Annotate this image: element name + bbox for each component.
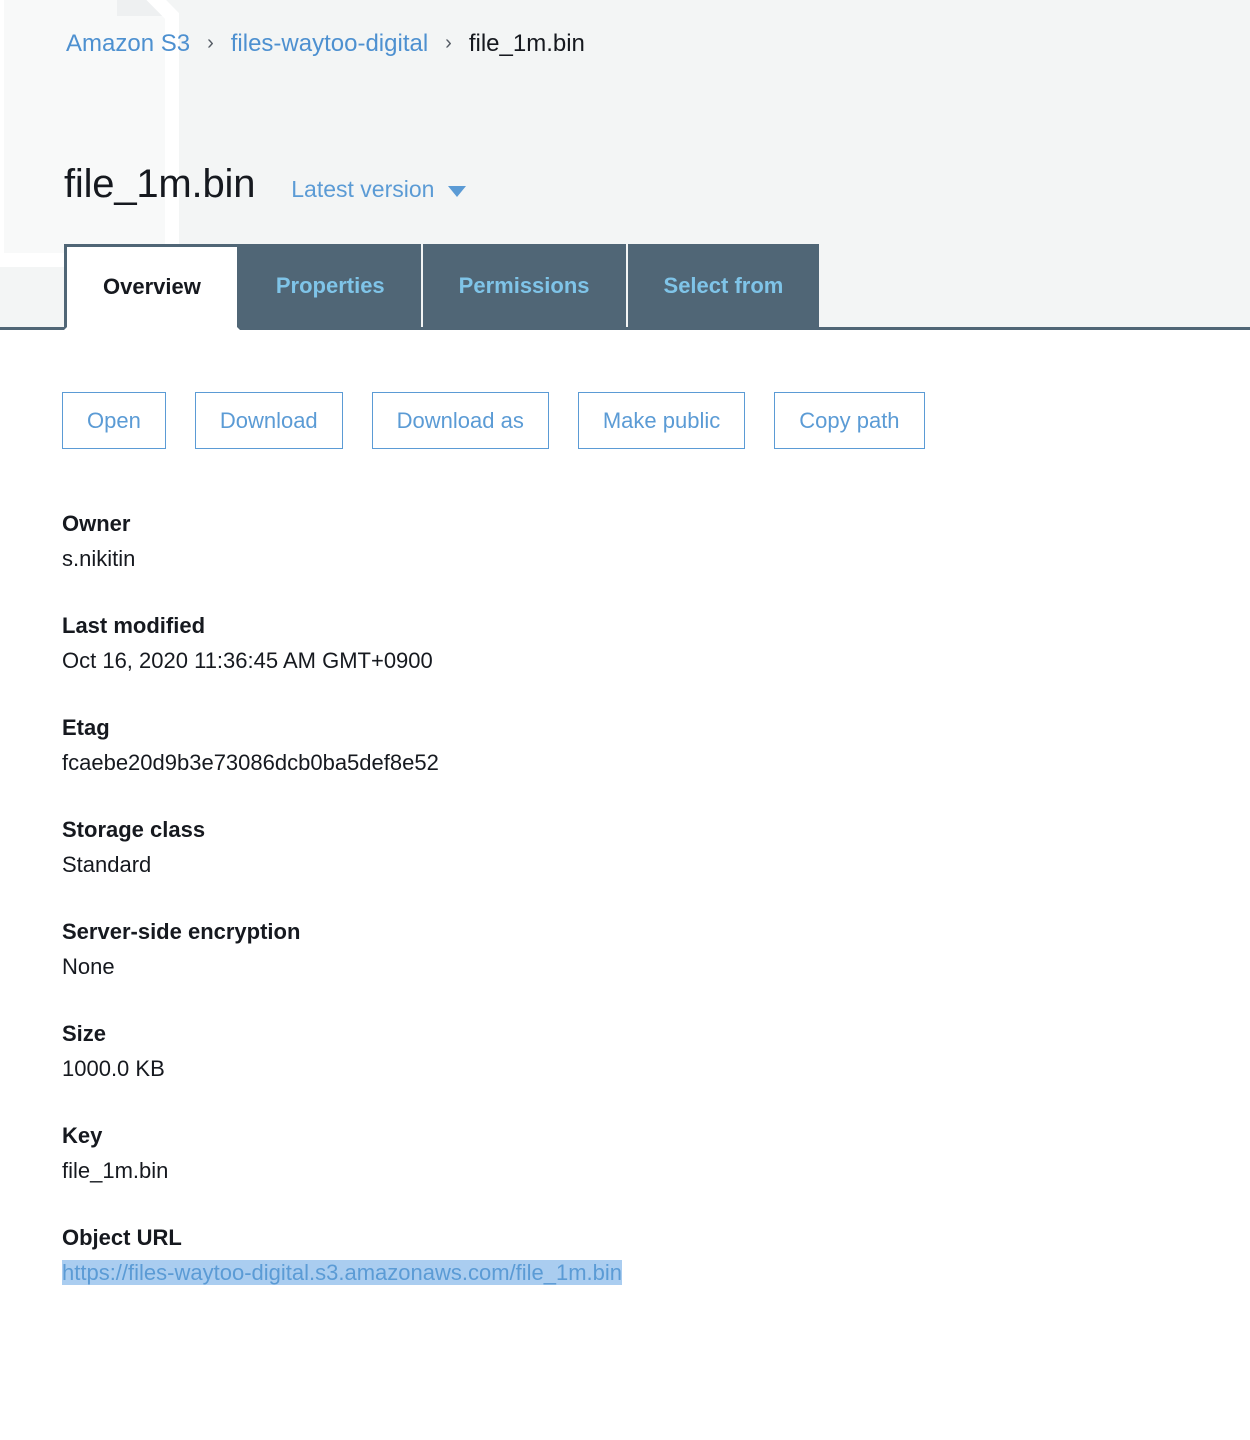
breadcrumb: Amazon S3 › files-waytoo-digital › file_… — [66, 28, 585, 60]
object-url-link[interactable]: https://files-waytoo-digital.s3.amazonaw… — [62, 1260, 623, 1285]
action-button-row: Open Download Download as Make public Co… — [0, 330, 1250, 449]
storage-class-label: Storage class — [62, 817, 206, 842]
last-modified-value: Oct 16, 2020 11:36:45 AM GMT+0900 — [62, 648, 433, 673]
chevron-down-icon — [448, 185, 467, 197]
server-side-encryption-label: Server-side encryption — [62, 919, 301, 944]
etag-label: Etag — [62, 715, 110, 740]
breadcrumb-item-bucket[interactable]: files-waytoo-digital — [231, 28, 428, 60]
object-url-value-wrapper: https://files-waytoo-digital.s3.amazonaw… — [62, 1257, 1250, 1289]
object-url-label: Object URL — [62, 1225, 182, 1250]
owner-label: Owner — [62, 511, 131, 536]
metadata-row-etag: Etag fcaebe20d9b3e73086dcb0ba5def8e52 — [62, 713, 1250, 779]
tab-overview-label: Overview — [103, 274, 201, 299]
server-side-encryption-value: None — [62, 954, 115, 979]
owner-value: s.nikitin — [62, 546, 136, 571]
storage-class-value: Standard — [62, 852, 152, 877]
copy-path-button[interactable]: Copy path — [774, 392, 925, 449]
version-selector-label: Latest version — [291, 176, 435, 202]
key-label: Key — [62, 1123, 103, 1148]
page-title: file_1m.bin — [64, 162, 256, 206]
breadcrumb-item-amazon-s3[interactable]: Amazon S3 — [66, 28, 190, 60]
etag-value: fcaebe20d9b3e73086dcb0ba5def8e52 — [62, 750, 439, 775]
tab-properties-label: Properties — [275, 272, 385, 298]
tab-permissions[interactable]: Permissions — [422, 244, 628, 327]
breadcrumb-item-current: file_1m.bin — [468, 30, 585, 57]
size-label: Size — [62, 1021, 107, 1046]
overview-panel: Open Download Download as Make public Co… — [0, 330, 1250, 1289]
metadata-row-owner: Owner s.nikitin — [62, 509, 1250, 575]
tab-select-from-label: Select from — [663, 272, 784, 298]
open-button[interactable]: Open — [62, 392, 166, 449]
metadata-row-object-url: Object URL https://files-waytoo-digital.… — [62, 1223, 1250, 1289]
version-selector-dropdown[interactable]: Latest version — [291, 174, 467, 204]
metadata-row-server-side-encryption: Server-side encryption None — [62, 917, 1250, 983]
breadcrumb-separator-icon: › — [445, 32, 452, 54]
page-title-row: file_1m.bin Latest version — [64, 160, 467, 208]
object-metadata-list: Owner s.nikitin Last modified Oct 16, 20… — [0, 449, 1250, 1289]
size-value: 1000.0 KB — [62, 1056, 165, 1081]
tab-permissions-label: Permissions — [458, 272, 590, 298]
breadcrumb-separator-icon: › — [207, 32, 214, 54]
tab-select-from[interactable]: Select from — [627, 244, 820, 327]
page-header-band: Amazon S3 › files-waytoo-digital › file_… — [0, 0, 1250, 330]
tab-overview[interactable]: Overview — [64, 244, 240, 330]
metadata-row-size: Size 1000.0 KB — [62, 1019, 1250, 1085]
download-as-button[interactable]: Download as — [371, 392, 549, 449]
metadata-row-key: Key file_1m.bin — [62, 1121, 1250, 1187]
last-modified-label: Last modified — [62, 613, 206, 638]
download-button[interactable]: Download — [194, 392, 343, 449]
tab-strip: Overview Properties Permissions Select f… — [0, 244, 1250, 330]
metadata-row-last-modified: Last modified Oct 16, 2020 11:36:45 AM G… — [62, 611, 1250, 677]
tab-properties[interactable]: Properties — [239, 244, 423, 327]
metadata-row-storage-class: Storage class Standard — [62, 815, 1250, 881]
make-public-button[interactable]: Make public — [577, 392, 746, 449]
key-value: file_1m.bin — [62, 1158, 169, 1183]
